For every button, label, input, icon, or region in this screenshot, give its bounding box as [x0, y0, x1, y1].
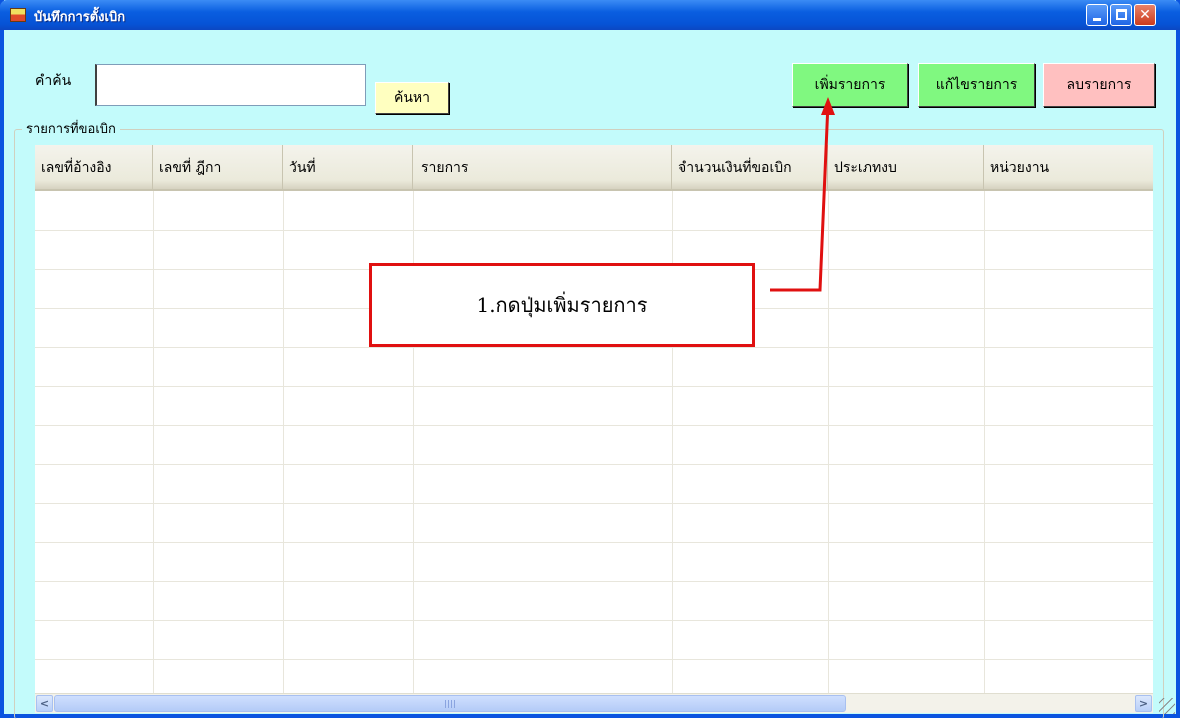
annotation-arrow — [770, 97, 835, 292]
annotation-arrow-line — [770, 102, 830, 292]
annotation-arrow-head — [821, 97, 835, 115]
